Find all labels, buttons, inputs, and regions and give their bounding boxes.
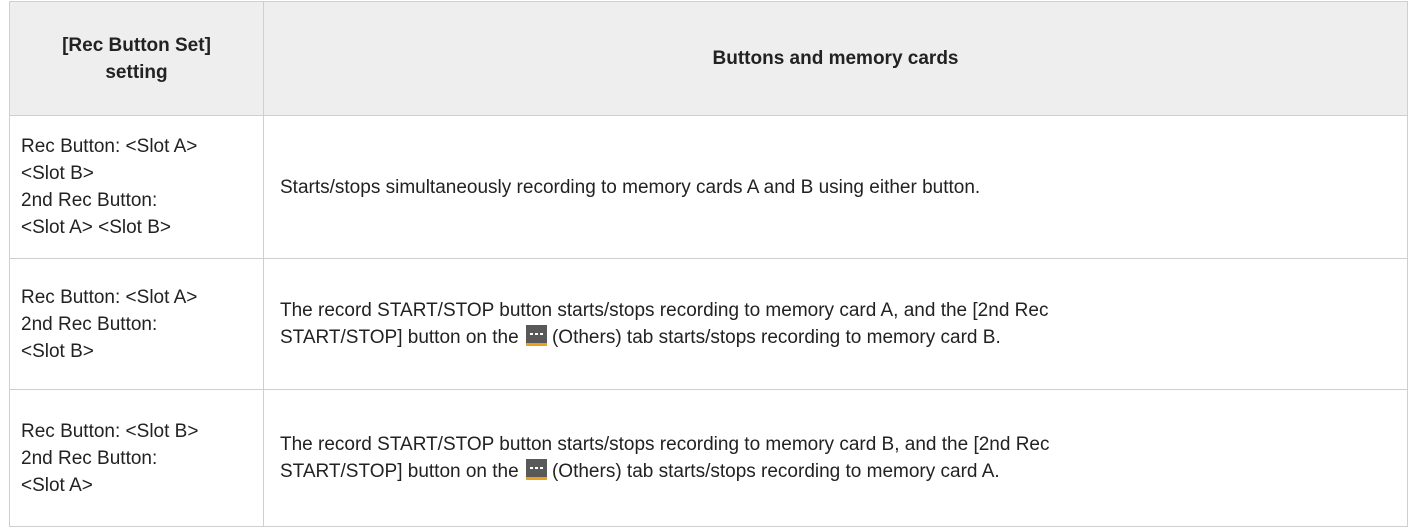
setting-line: 2nd Rec Button: [21, 313, 158, 335]
setting-cell: Rec Button: <Slot A> 2nd Rec Button: <Sl… [9, 258, 264, 390]
header-description: Buttons and memory cards [263, 1, 1408, 116]
table-row: Rec Button: <Slot B> 2nd Rec Button: <Sl… [9, 389, 1408, 527]
table-row: Rec Button: <Slot A> <Slot B> 2nd Rec Bu… [9, 115, 1408, 259]
description-line-1: The record START/STOP button starts/stop… [280, 434, 1050, 455]
description-line-2: START/STOP] button on the (Others) tab s… [280, 324, 1397, 351]
table-header-row: [Rec Button Set] setting Buttons and mem… [9, 1, 1408, 116]
others-tab-icon [525, 325, 547, 346]
header-setting-line-2: setting [105, 61, 168, 83]
setting-line: Rec Button: <Slot A> [21, 286, 198, 308]
description-text-after-icon: (Others) tab starts/stops recording to m… [551, 461, 1000, 482]
setting-cell: Rec Button: <Slot A> <Slot B> 2nd Rec Bu… [9, 115, 264, 259]
setting-line: Rec Button: <Slot A> [21, 136, 198, 157]
setting-line: <Slot B> [21, 340, 94, 362]
setting-line: <Slot A> [21, 474, 93, 496]
setting-line: <Slot A> <Slot B> [21, 217, 171, 238]
description-text-before-icon: START/STOP] button on the [280, 327, 519, 348]
description-line-2: START/STOP] button on the (Others) tab s… [280, 458, 1397, 485]
description-cell: The record START/STOP button starts/stop… [263, 258, 1408, 390]
description-text-before-icon: START/STOP] button on the [280, 461, 519, 482]
setting-line: <Slot B> [21, 163, 94, 184]
table-row: Rec Button: <Slot A> 2nd Rec Button: <Sl… [9, 258, 1408, 390]
description-line-1: The record START/STOP button starts/stop… [280, 300, 1049, 321]
setting-line: 2nd Rec Button: [21, 447, 158, 469]
description-cell: The record START/STOP button starts/stop… [263, 389, 1408, 527]
header-setting-line-1: [Rec Button Set] [62, 34, 211, 56]
rec-button-set-table: [Rec Button Set] setting Buttons and mem… [9, 1, 1408, 527]
setting-cell: Rec Button: <Slot B> 2nd Rec Button: <Sl… [9, 389, 264, 527]
others-tab-icon [525, 459, 547, 480]
header-setting: [Rec Button Set] setting [9, 1, 264, 116]
description-cell: Starts/stops simultaneously recording to… [263, 115, 1408, 259]
description-text-after-icon: (Others) tab starts/stops recording to m… [551, 327, 1001, 348]
setting-line: 2nd Rec Button: [21, 190, 158, 211]
setting-line: Rec Button: <Slot B> [21, 420, 199, 442]
